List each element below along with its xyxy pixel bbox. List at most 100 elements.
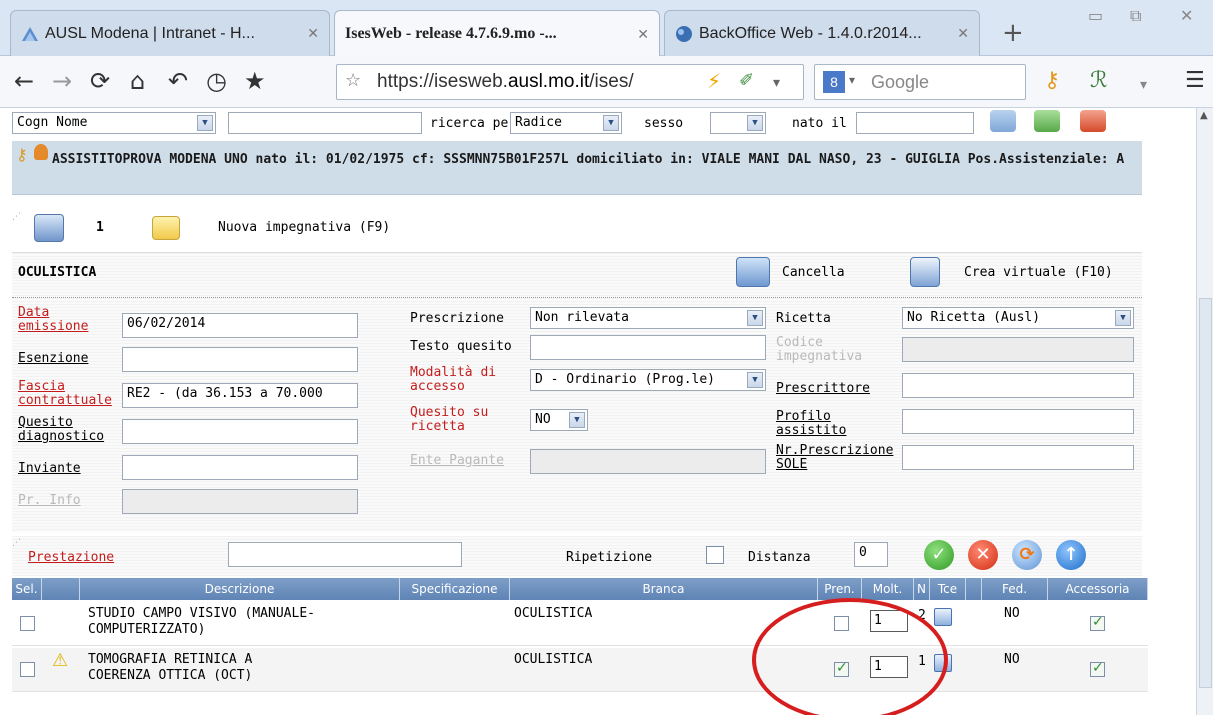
- data-emissione-field[interactable]: 06/02/2014: [122, 313, 358, 338]
- restore-icon[interactable]: ⧉: [1130, 6, 1141, 26]
- confirm-icon[interactable]: ✓: [924, 540, 954, 570]
- column-header[interactable]: Specificazione: [400, 578, 510, 600]
- column-header[interactable]: Pren.: [818, 578, 862, 600]
- column-header[interactable]: Tce: [930, 578, 966, 600]
- lightning-icon[interactable]: ⚡: [707, 68, 721, 94]
- star-outline-icon[interactable]: ☆: [345, 68, 361, 94]
- close-icon[interactable]: ✕: [637, 26, 649, 43]
- modalita-accesso-select[interactable]: D - Ordinario (Prog.le) ▼: [530, 369, 766, 391]
- new-impegnativa-button[interactable]: Nuova impegnativa (F9): [218, 220, 390, 235]
- testo-quesito-field[interactable]: [530, 335, 766, 360]
- prescrittore-field[interactable]: [902, 373, 1134, 398]
- search-field-select[interactable]: Cogn Nome ▼: [12, 112, 216, 134]
- nato-il-input[interactable]: [856, 112, 974, 134]
- dropdown-icon[interactable]: ▾: [773, 70, 780, 96]
- close-window-icon[interactable]: ✕: [1180, 6, 1193, 25]
- prescrittore-label: Prescrittore: [776, 381, 870, 396]
- descrizione-cell: COMPUTERIZZATO): [88, 622, 206, 637]
- search-engine-badge[interactable]: 8: [823, 71, 845, 93]
- delete-row-icon[interactable]: ✕: [968, 540, 998, 570]
- overflow-dropdown-icon[interactable]: ▾: [1140, 72, 1147, 98]
- column-header[interactable]: Descrizione: [80, 578, 400, 600]
- quesito-diagnostico-field[interactable]: [122, 419, 358, 444]
- edit-form-icon[interactable]: [34, 214, 64, 242]
- chevron-down-icon: ▼: [747, 115, 763, 131]
- ricetta-select[interactable]: No Ricetta (Ausl) ▼: [902, 307, 1134, 329]
- remove-patient-icon[interactable]: [1080, 110, 1106, 132]
- delete-icon[interactable]: [736, 257, 770, 287]
- search-patient-icon[interactable]: [990, 110, 1016, 132]
- esenzione-label: Esenzione: [18, 351, 89, 366]
- profilo-assistito-field[interactable]: [902, 409, 1134, 434]
- column-header[interactable]: Sel.: [12, 578, 42, 600]
- row-select-checkbox[interactable]: [20, 662, 35, 677]
- column-header[interactable]: Branca: [510, 578, 818, 600]
- create-virtual-button[interactable]: Crea virtuale (F10): [964, 265, 1113, 280]
- folder-new-icon[interactable]: [152, 216, 180, 240]
- reload-icon[interactable]: ⟳: [90, 68, 110, 94]
- accessoria-checkbox[interactable]: [1090, 660, 1105, 677]
- browser-tab-backoffice[interactable]: BackOffice Web - 1.4.0.r2014... ✕: [664, 10, 980, 56]
- column-header[interactable]: Fed.: [982, 578, 1048, 600]
- search-dropdown-icon[interactable]: ▾: [849, 73, 855, 87]
- menu-icon[interactable]: ☰: [1185, 68, 1205, 94]
- tab-title: IsesWeb - release 4.7.6.9.mo -...: [345, 25, 557, 42]
- ripetizione-checkbox[interactable]: [706, 546, 724, 564]
- history-icon[interactable]: ◷: [206, 68, 227, 94]
- close-icon[interactable]: ✕: [307, 25, 319, 42]
- resize-grip-icon: ⋰: [12, 212, 21, 222]
- create-virtual-icon[interactable]: [910, 257, 940, 287]
- nato-il-label: nato il: [792, 116, 847, 131]
- url-text: https://isesweb.ausl.mo.it/ises/: [377, 71, 634, 92]
- column-header[interactable]: [966, 578, 982, 600]
- add-patient-icon[interactable]: [1034, 110, 1060, 132]
- accessoria-checkbox[interactable]: [1090, 614, 1105, 631]
- inviante-field[interactable]: [122, 455, 358, 480]
- tab-impegnativa-1[interactable]: 1: [96, 220, 104, 235]
- column-header[interactable]: Accessoria: [1048, 578, 1148, 600]
- resize-grip-icon: ⋰: [12, 538, 21, 548]
- sesso-label: sesso: [644, 116, 684, 131]
- search-box[interactable]: 8 ▾ Google: [814, 64, 1026, 100]
- bookmark-star-icon[interactable]: ★: [244, 68, 266, 94]
- arrow-up-icon[interactable]: ↑: [1056, 540, 1086, 570]
- browser-tab-bar: AUSL Modena | Intranet - H... ✕ IsesWeb …: [0, 0, 1213, 57]
- browser-tab-isesweb[interactable]: IsesWeb - release 4.7.6.9.mo -... ✕: [334, 10, 660, 57]
- nr-prescrizione-field[interactable]: [902, 445, 1134, 470]
- quesito-ricetta-select[interactable]: NO ▼: [530, 409, 588, 431]
- fascia-label: contrattuale: [18, 393, 112, 408]
- table-row[interactable]: STUDIO CAMPO VISIVO (MANUALE- COMPUTERIZ…: [12, 602, 1148, 646]
- new-tab-button[interactable]: +: [1002, 18, 1024, 48]
- close-icon[interactable]: ✕: [957, 25, 969, 42]
- fascia-contrattuale-field[interactable]: RE2 - (da 36.153 a 70.000: [122, 383, 358, 408]
- pin-icon[interactable]: ✐: [739, 68, 754, 94]
- prestazione-field[interactable]: [228, 542, 462, 567]
- forward-icon[interactable]: →: [52, 68, 72, 94]
- distanza-field[interactable]: 0: [854, 542, 888, 567]
- back-icon[interactable]: ←: [14, 68, 34, 94]
- scroll-up-icon[interactable]: ▲: [1200, 110, 1208, 121]
- scrollbar-thumb[interactable]: [1199, 298, 1212, 688]
- pr-info-label: Pr. Info: [18, 493, 81, 508]
- key-icon[interactable]: ⚷: [1044, 68, 1060, 94]
- cancel-button[interactable]: Cancella: [782, 265, 845, 280]
- row-select-checkbox[interactable]: [20, 616, 35, 631]
- prescrizione-select[interactable]: Non rilevata ▼: [530, 307, 766, 329]
- address-bar[interactable]: ☆ https://isesweb.ausl.mo.it/ises/ ⚡ ✐ ▾: [336, 64, 804, 100]
- column-header[interactable]: [42, 578, 80, 600]
- column-header[interactable]: N: [914, 578, 930, 600]
- browser-tab-intranet[interactable]: AUSL Modena | Intranet - H... ✕: [10, 10, 330, 56]
- table-row[interactable]: ⚠ TOMOGRAFIA RETINICA A COERENZA OTTICA …: [12, 648, 1148, 692]
- minimize-icon[interactable]: ▭: [1088, 6, 1103, 25]
- ricerca-per-select[interactable]: Radice ▼: [510, 112, 622, 134]
- sesso-select[interactable]: ▼: [710, 112, 766, 134]
- vertical-scrollbar[interactable]: ▲: [1196, 108, 1213, 715]
- search-text-input[interactable]: [228, 112, 422, 134]
- column-header[interactable]: Molt.: [862, 578, 914, 600]
- home-icon[interactable]: ⌂: [130, 68, 145, 94]
- calendar-icon[interactable]: [934, 608, 952, 626]
- addon-icon[interactable]: ℛ: [1090, 68, 1108, 94]
- refresh-icon[interactable]: ⟳: [1012, 540, 1042, 570]
- undo-close-icon[interactable]: ↶: [168, 68, 188, 94]
- esenzione-field[interactable]: [122, 347, 358, 372]
